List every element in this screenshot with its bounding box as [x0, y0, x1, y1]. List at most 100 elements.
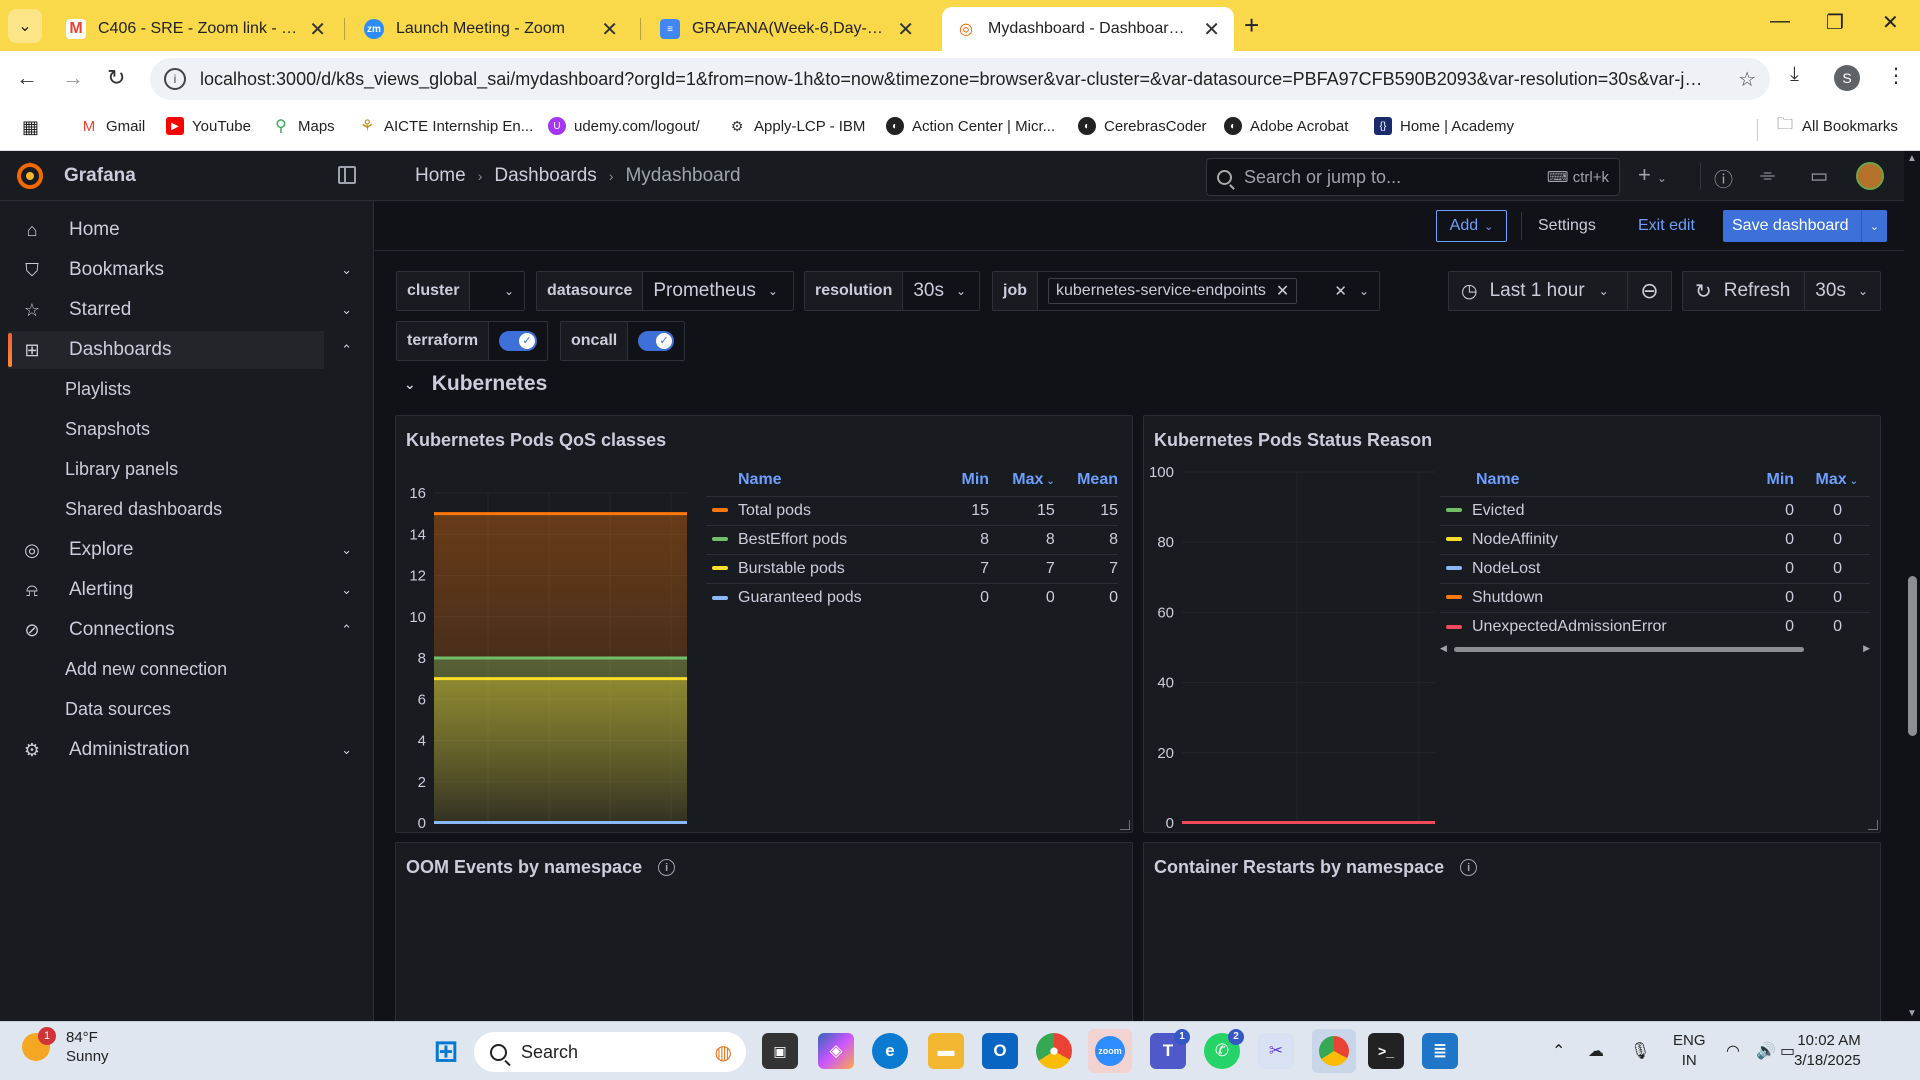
- nav-home[interactable]: ⌂ Home: [8, 211, 324, 249]
- oncall-toggle[interactable]: [638, 331, 674, 351]
- legend-row[interactable]: Guaranteed pods 0 0 0: [706, 582, 1118, 612]
- zoom-taskbar-icon[interactable]: zoom: [1088, 1029, 1132, 1073]
- microphone-icon[interactable]: 🎙: [1630, 1041, 1650, 1061]
- legend-row[interactable]: NodeLost 0 0: [1440, 553, 1870, 583]
- site-info-icon[interactable]: i: [164, 68, 186, 90]
- legend-header-name[interactable]: Name: [1440, 468, 1756, 496]
- chevron-down-icon[interactable]: ⌄: [404, 376, 416, 393]
- refresh-button[interactable]: ↻ Refresh 30s ⌄: [1682, 271, 1881, 311]
- edge-icon[interactable]: e: [872, 1033, 908, 1069]
- kiosk-icon[interactable]: ▭: [1810, 165, 1828, 188]
- chevron-down-icon[interactable]: ⌄: [341, 742, 352, 758]
- minimize-icon[interactable]: —: [1770, 10, 1790, 33]
- legend-row[interactable]: UnexpectedAdmissionError 0 0: [1440, 611, 1870, 641]
- wifi-icon[interactable]: ◠: [1726, 1041, 1740, 1061]
- page-vertical-scrollbar[interactable]: ▲ ▼: [1904, 151, 1920, 1021]
- outlook-icon[interactable]: O: [982, 1033, 1018, 1069]
- news-feed-icon[interactable]: ⌯: [1760, 165, 1775, 187]
- legend-header-min[interactable]: Min: [1756, 468, 1795, 496]
- bookmark-ibm[interactable]: ⚙ Apply-LCP - IBM: [728, 117, 866, 135]
- panel-pods-qos[interactable]: Kubernetes Pods QoS classes 0 2 4 6 8 10 12 14 1…: [395, 415, 1133, 833]
- volume-icon[interactable]: 🔊: [1756, 1041, 1776, 1061]
- chevron-up-icon[interactable]: ⌃: [341, 342, 352, 358]
- chrome-profile-taskbar-icon[interactable]: [1312, 1029, 1356, 1073]
- bookmark-academy[interactable]: {} Home | Academy: [1374, 117, 1514, 135]
- legend-header-min[interactable]: Min: [947, 468, 990, 496]
- nav-dashboards[interactable]: ⊞ Dashboards ⌃: [8, 331, 352, 369]
- chevron-down-icon[interactable]: ⌄: [341, 542, 352, 558]
- new-tab-button[interactable]: +: [1244, 10, 1259, 41]
- back-icon[interactable]: ←: [16, 65, 38, 91]
- battery-icon[interactable]: ▭: [1780, 1041, 1795, 1061]
- legend-header-name[interactable]: Name: [706, 468, 947, 496]
- save-dashboard-button[interactable]: Save dashboard ⌄: [1723, 210, 1887, 242]
- bookmark-acrobat[interactable]: ◐ Adobe Acrobat: [1224, 117, 1348, 135]
- onedrive-icon[interactable]: ☁: [1588, 1041, 1604, 1061]
- settings-button[interactable]: Settings: [1538, 217, 1596, 235]
- scrollbar-thumb[interactable]: [1908, 576, 1917, 736]
- file-explorer-icon[interactable]: ▬: [928, 1033, 964, 1069]
- task-view-icon[interactable]: ▣: [762, 1033, 798, 1069]
- apps-grid-icon[interactable]: ▦: [22, 117, 39, 138]
- input-language[interactable]: ENG IN: [1673, 1031, 1706, 1071]
- close-icon[interactable]: ✕: [1203, 17, 1220, 42]
- nav-starred[interactable]: ☆ Starred ⌄: [8, 291, 352, 329]
- breadcrumb-dashboards[interactable]: Dashboards: [494, 165, 596, 187]
- nav-library-panels[interactable]: Library panels: [65, 459, 178, 480]
- variable-select[interactable]: kubernetes-service-endpoints ✕ ✕ ⌄: [1038, 272, 1379, 310]
- nav-alerting[interactable]: ⍾ Alerting ⌄: [8, 571, 352, 609]
- whatsapp-icon[interactable]: ✆ 2: [1204, 1029, 1244, 1069]
- panel-pods-status-reason[interactable]: Kubernetes Pods Status Reason 0 20 40 60 80 1…: [1143, 415, 1881, 833]
- close-icon[interactable]: ✕: [897, 17, 914, 42]
- variable-select[interactable]: ⌄: [470, 272, 524, 310]
- profile-avatar[interactable]: S: [1834, 65, 1860, 91]
- address-bar[interactable]: i localhost:3000/d/k8s_views_global_sai/…: [150, 58, 1770, 100]
- legend-header-max[interactable]: Max ⌄: [1794, 468, 1870, 496]
- nav-administration[interactable]: ⚙ Administration ⌄: [8, 731, 352, 769]
- all-bookmarks[interactable]: 🗀 All Bookmarks: [1776, 116, 1898, 135]
- panel-container-restarts[interactable]: Container Restarts by namespace i: [1143, 842, 1881, 1042]
- zoom-out-button[interactable]: ⊖: [1627, 271, 1672, 311]
- chevron-down-icon[interactable]: ⌄: [1861, 210, 1887, 242]
- nav-connections[interactable]: ⊘ Connections ⌃: [8, 611, 352, 649]
- chevron-down-icon[interactable]: ⌄: [341, 582, 352, 598]
- bookmark-maps[interactable]: ⚲ Maps: [272, 117, 335, 136]
- terminal-icon[interactable]: >_: [1368, 1033, 1404, 1069]
- legend-row[interactable]: BestEffort pods 8 8 8: [706, 524, 1118, 554]
- notepad-icon[interactable]: ≣: [1422, 1033, 1458, 1069]
- add-button[interactable]: Add ⌄: [1436, 210, 1507, 242]
- system-clock[interactable]: 10:02 AM 3/18/2025: [1794, 1031, 1861, 1071]
- url-text[interactable]: localhost:3000/d/k8s_views_global_sai/my…: [200, 69, 1710, 90]
- exit-edit-button[interactable]: Exit edit: [1638, 217, 1695, 235]
- remove-chip-icon[interactable]: ✕: [1276, 281, 1289, 301]
- legend-header-mean[interactable]: Mean: [1055, 468, 1118, 496]
- legend-row[interactable]: Shutdown 0 0: [1440, 582, 1870, 612]
- chevron-up-icon[interactable]: ⌃: [341, 622, 352, 638]
- bookmark-gmail[interactable]: M Gmail: [80, 117, 145, 135]
- refresh-interval[interactable]: 30s: [1815, 280, 1846, 302]
- breadcrumb-home[interactable]: Home: [415, 165, 466, 187]
- grafana-search-input[interactable]: Search or jump to... ⌨ ctrl+k: [1206, 158, 1620, 196]
- nav-data-sources[interactable]: Data sources: [65, 699, 171, 720]
- variable-datasource[interactable]: datasource Prometheus ⌄: [536, 271, 794, 311]
- help-icon[interactable]: ⓘ: [1714, 165, 1733, 192]
- nav-shared-dashboards[interactable]: Shared dashboards: [65, 499, 222, 520]
- legend-header-max[interactable]: Max ⌄: [989, 468, 1055, 496]
- variable-job[interactable]: job kubernetes-service-endpoints ✕ ✕ ⌄: [992, 271, 1380, 311]
- panel-resize-handle[interactable]: [1868, 820, 1878, 830]
- close-icon[interactable]: ✕: [601, 17, 618, 42]
- panel-oom-events[interactable]: OOM Events by namespace i: [395, 842, 1133, 1042]
- chevron-down-icon[interactable]: ⌄: [341, 262, 352, 278]
- bookmark-aicte[interactable]: ⚘ AICTE Internship En...: [358, 117, 533, 136]
- copilot-icon[interactable]: ◈: [818, 1033, 854, 1069]
- legend-row[interactable]: Burstable pods 7 7 7: [706, 553, 1118, 583]
- download-icon[interactable]: ⤓: [1790, 63, 1799, 86]
- scroll-up-icon[interactable]: ▲: [1907, 153, 1917, 164]
- variable-oncall[interactable]: oncall: [560, 321, 685, 361]
- nav-bookmarks[interactable]: ⛉ Bookmarks ⌄: [8, 251, 352, 289]
- close-icon[interactable]: ✕: [309, 17, 326, 42]
- chevron-down-icon[interactable]: ⌄: [341, 302, 352, 318]
- close-window-icon[interactable]: ✕: [1882, 10, 1899, 35]
- nav-snapshots[interactable]: Snapshots: [65, 419, 150, 440]
- scrollbar-thumb[interactable]: [1454, 647, 1804, 652]
